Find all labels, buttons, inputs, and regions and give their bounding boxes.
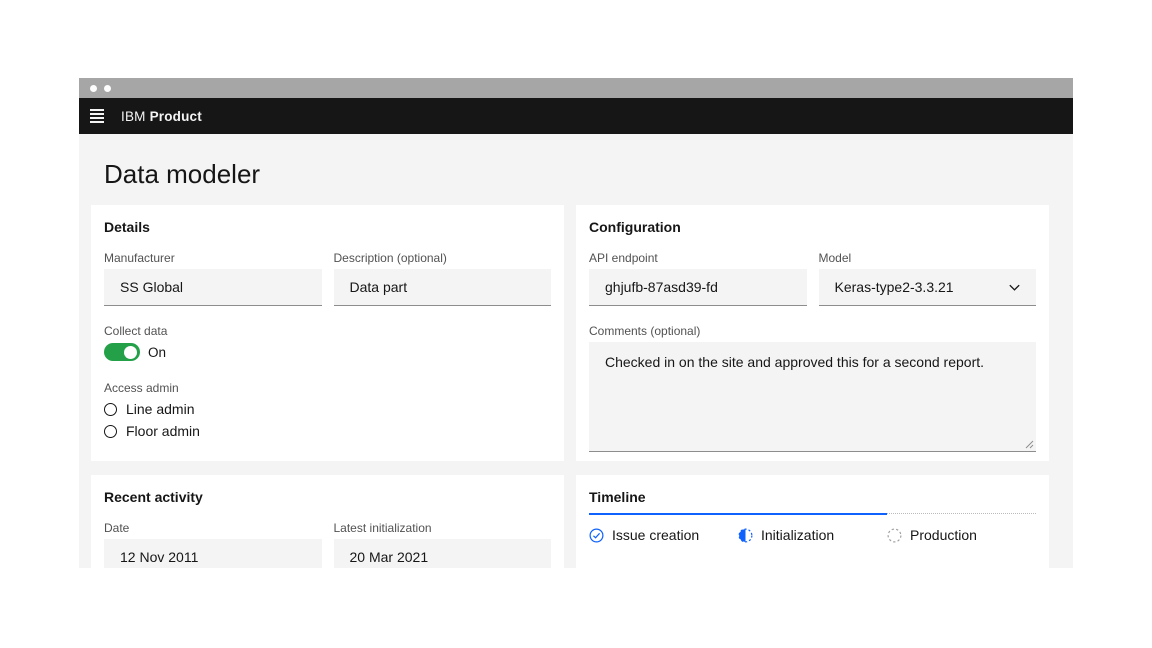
date-field-group: Date: [104, 520, 322, 568]
manufacturer-input[interactable]: [104, 269, 322, 306]
toggle-state-label: On: [148, 345, 166, 360]
recent-activity-card: Recent activity Date Latest initializati…: [91, 475, 564, 568]
chevron-down-icon: [1007, 280, 1022, 295]
comments-text: Checked in on the site and approved this…: [605, 354, 984, 370]
manufacturer-label: Manufacturer: [104, 250, 322, 266]
progress-step-label: Initialization: [761, 526, 834, 544]
browser-titlebar: [79, 78, 1073, 98]
collect-data-toggle[interactable]: [104, 343, 140, 361]
details-card: Details Manufacturer Description (option…: [91, 205, 564, 461]
manufacturer-field-group: Manufacturer: [104, 250, 322, 306]
incomplete-half-circle-icon: [738, 528, 753, 543]
brand-title[interactable]: IBM Product: [121, 109, 202, 124]
brand-name: Product: [150, 109, 202, 124]
latest-initialization-input[interactable]: [334, 539, 552, 568]
timeline-card: Timeline Issue creation: [576, 475, 1049, 568]
collect-data-label: Collect data: [104, 323, 551, 339]
collect-data-group: Collect data On: [104, 323, 551, 361]
api-endpoint-label: API endpoint: [589, 250, 807, 266]
radio-floor-admin[interactable]: Floor admin: [104, 421, 551, 441]
configuration-card: Configuration API endpoint Model Keras-t…: [576, 205, 1049, 461]
window-control-dot[interactable]: [104, 85, 111, 92]
page-title: Data modeler: [104, 158, 1073, 190]
progress-step-label: Issue creation: [612, 526, 699, 544]
model-dropdown[interactable]: Keras-type2-3.3.21: [819, 269, 1037, 306]
circle-dash-icon: [887, 528, 902, 543]
app-header: IBM Product: [79, 98, 1073, 134]
top-cards-row: Details Manufacturer Description (option…: [91, 205, 1049, 461]
description-field-group: Description (optional): [334, 250, 552, 306]
radio-label: Line admin: [126, 401, 195, 417]
window-control-dot[interactable]: [90, 85, 97, 92]
access-admin-label: Access admin: [104, 380, 551, 396]
access-admin-group: Access admin Line admin Floor admin: [104, 380, 551, 441]
progress-indicator: Issue creation Initialization: [589, 513, 1036, 544]
toggle-knob: [124, 346, 137, 359]
description-label: Description (optional): [334, 250, 552, 266]
radio-line-admin[interactable]: Line admin: [104, 399, 551, 419]
comments-label: Comments (optional): [589, 323, 1036, 339]
resize-grip-icon[interactable]: [1025, 440, 1034, 449]
app-window: IBM Product Data modeler Details Manufac…: [79, 78, 1073, 568]
configuration-card-title: Configuration: [589, 218, 1036, 236]
progress-step-issue-creation[interactable]: Issue creation: [589, 513, 738, 544]
model-field-group: Model Keras-type2-3.3.21: [819, 250, 1037, 306]
comments-field-group: Comments (optional) Checked in on the si…: [589, 323, 1036, 452]
model-label: Model: [819, 250, 1037, 266]
latest-initialization-field-group: Latest initialization: [334, 520, 552, 568]
progress-step-initialization[interactable]: Initialization: [738, 513, 887, 544]
bottom-cards-row: Recent activity Date Latest initializati…: [91, 475, 1049, 568]
radio-label: Floor admin: [126, 423, 200, 439]
recent-activity-card-title: Recent activity: [104, 488, 551, 506]
model-dropdown-value: Keras-type2-3.3.21: [835, 279, 954, 295]
details-card-title: Details: [104, 218, 551, 236]
timeline-card-title: Timeline: [589, 488, 1036, 506]
api-endpoint-field-group: API endpoint: [589, 250, 807, 306]
progress-step-production[interactable]: Production: [887, 513, 1036, 544]
progress-step-label: Production: [910, 526, 977, 544]
api-endpoint-input[interactable]: [589, 269, 807, 306]
radio-button-icon[interactable]: [104, 425, 117, 438]
comments-textarea[interactable]: Checked in on the site and approved this…: [589, 342, 1036, 452]
latest-initialization-label: Latest initialization: [334, 520, 552, 536]
progress-line-current: [738, 513, 887, 515]
radio-button-icon[interactable]: [104, 403, 117, 416]
checkmark-outline-icon: [589, 528, 604, 543]
progress-line-complete: [589, 513, 738, 515]
progress-line-future: [887, 513, 1036, 515]
date-label: Date: [104, 520, 322, 536]
date-input[interactable]: [104, 539, 322, 568]
menu-icon[interactable]: [90, 109, 104, 123]
brand-prefix: IBM: [121, 109, 146, 124]
description-input[interactable]: [334, 269, 552, 306]
